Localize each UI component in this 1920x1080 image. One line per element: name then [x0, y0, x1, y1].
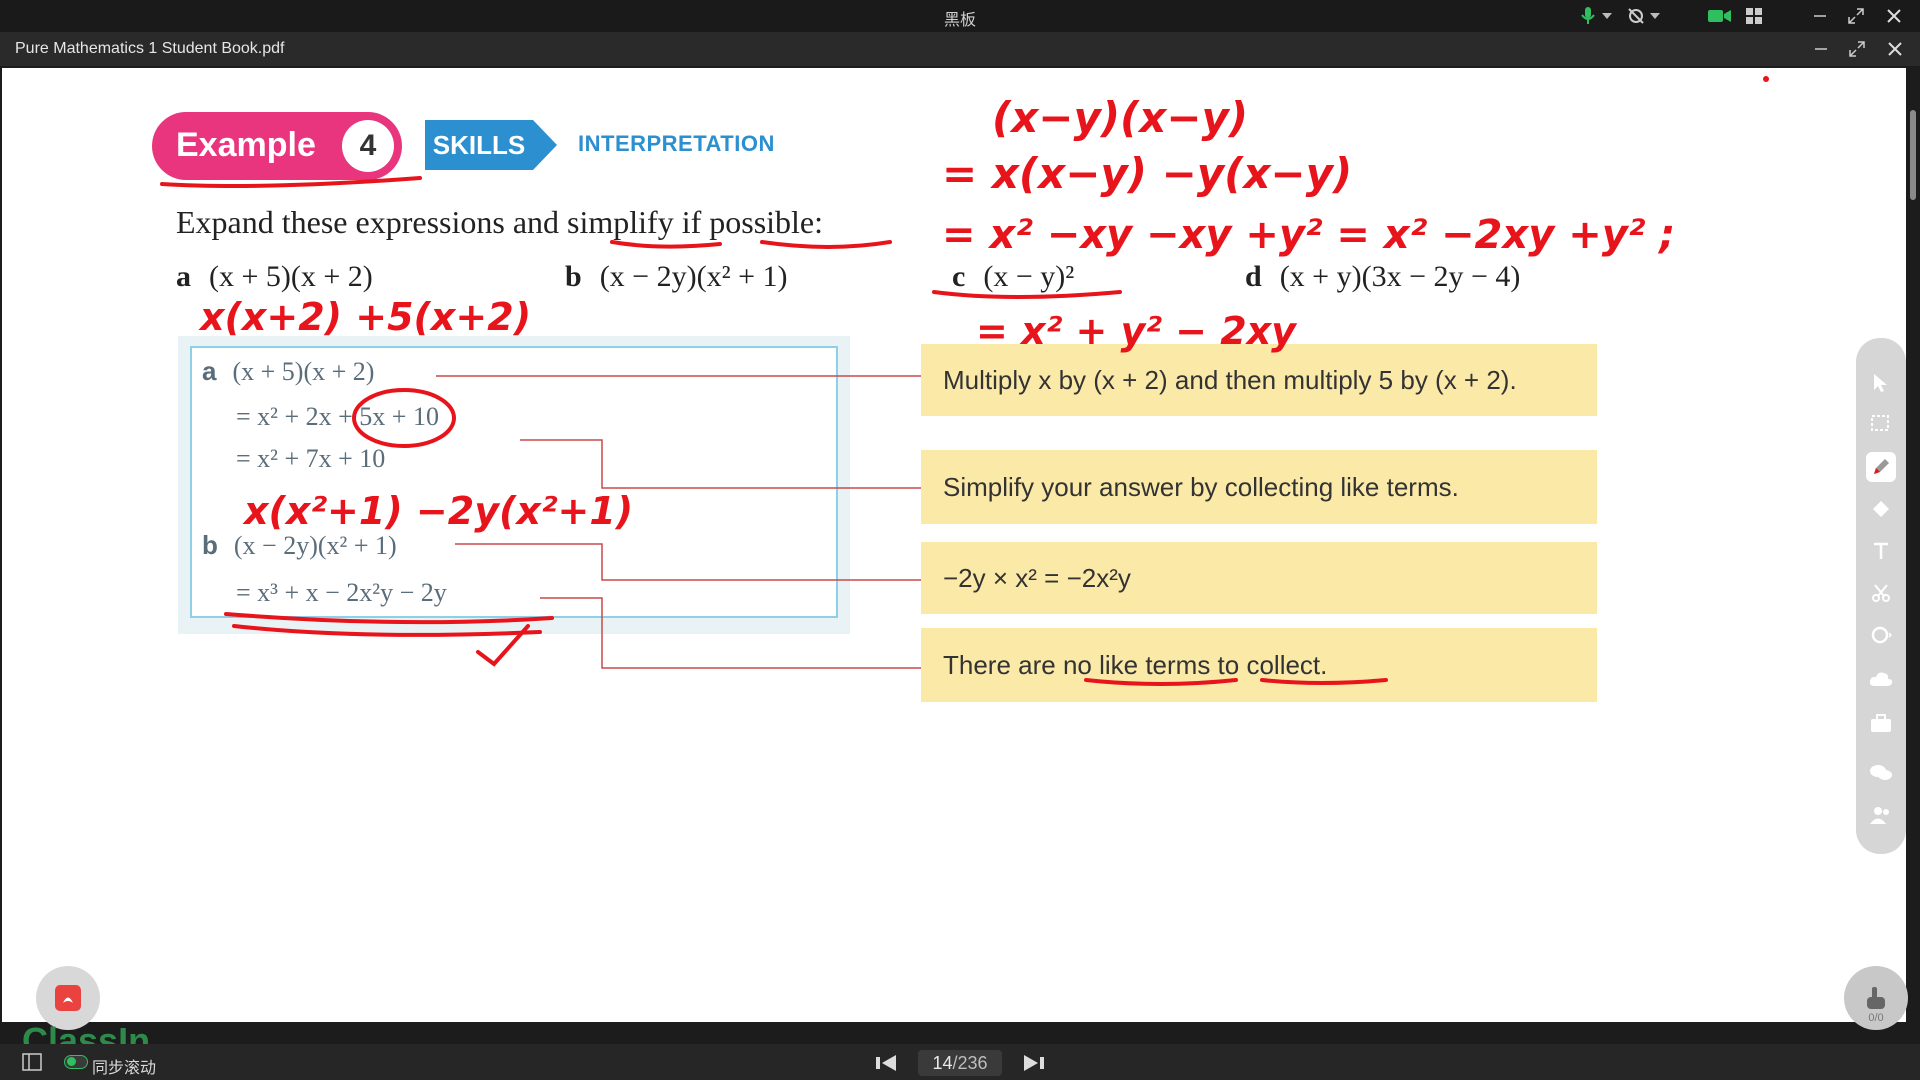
sync-scroll-label: 同步滚动	[92, 1060, 157, 1077]
tool-sidebar	[1856, 338, 1906, 854]
total-pages: /236	[952, 1053, 988, 1073]
pen-icon[interactable]	[1866, 452, 1896, 482]
toolbox-icon[interactable]	[1866, 708, 1896, 738]
bottom-toolbar: 同步滚动 14/236	[0, 1044, 1920, 1080]
hand-raise-button[interactable]: 0/0	[1844, 966, 1908, 1030]
select-icon[interactable]	[1866, 368, 1896, 398]
next-page-icon[interactable]	[1022, 1054, 1046, 1077]
previous-page-icon[interactable]	[874, 1054, 898, 1077]
connector-lines	[436, 375, 921, 669]
scissors-icon[interactable]	[1866, 578, 1896, 608]
sync-scroll-toggle[interactable]	[64, 1055, 88, 1069]
chat-icon[interactable]	[1866, 758, 1896, 788]
text-icon[interactable]	[1866, 536, 1896, 566]
hand-icon	[1867, 987, 1885, 1009]
cloud-icon[interactable]	[1866, 664, 1896, 694]
users-icon[interactable]	[1866, 800, 1896, 830]
hand-raise-count: 0/0	[1868, 1012, 1884, 1024]
sidebar-toggle-icon[interactable]	[22, 1053, 42, 1076]
page-indicator[interactable]: 14/236	[918, 1050, 1002, 1076]
pdf-icon	[55, 985, 81, 1011]
shape-icon[interactable]	[1866, 620, 1896, 650]
current-page: 14	[932, 1053, 953, 1073]
region-select-icon[interactable]	[1866, 410, 1896, 440]
eraser-icon[interactable]	[1866, 494, 1896, 524]
